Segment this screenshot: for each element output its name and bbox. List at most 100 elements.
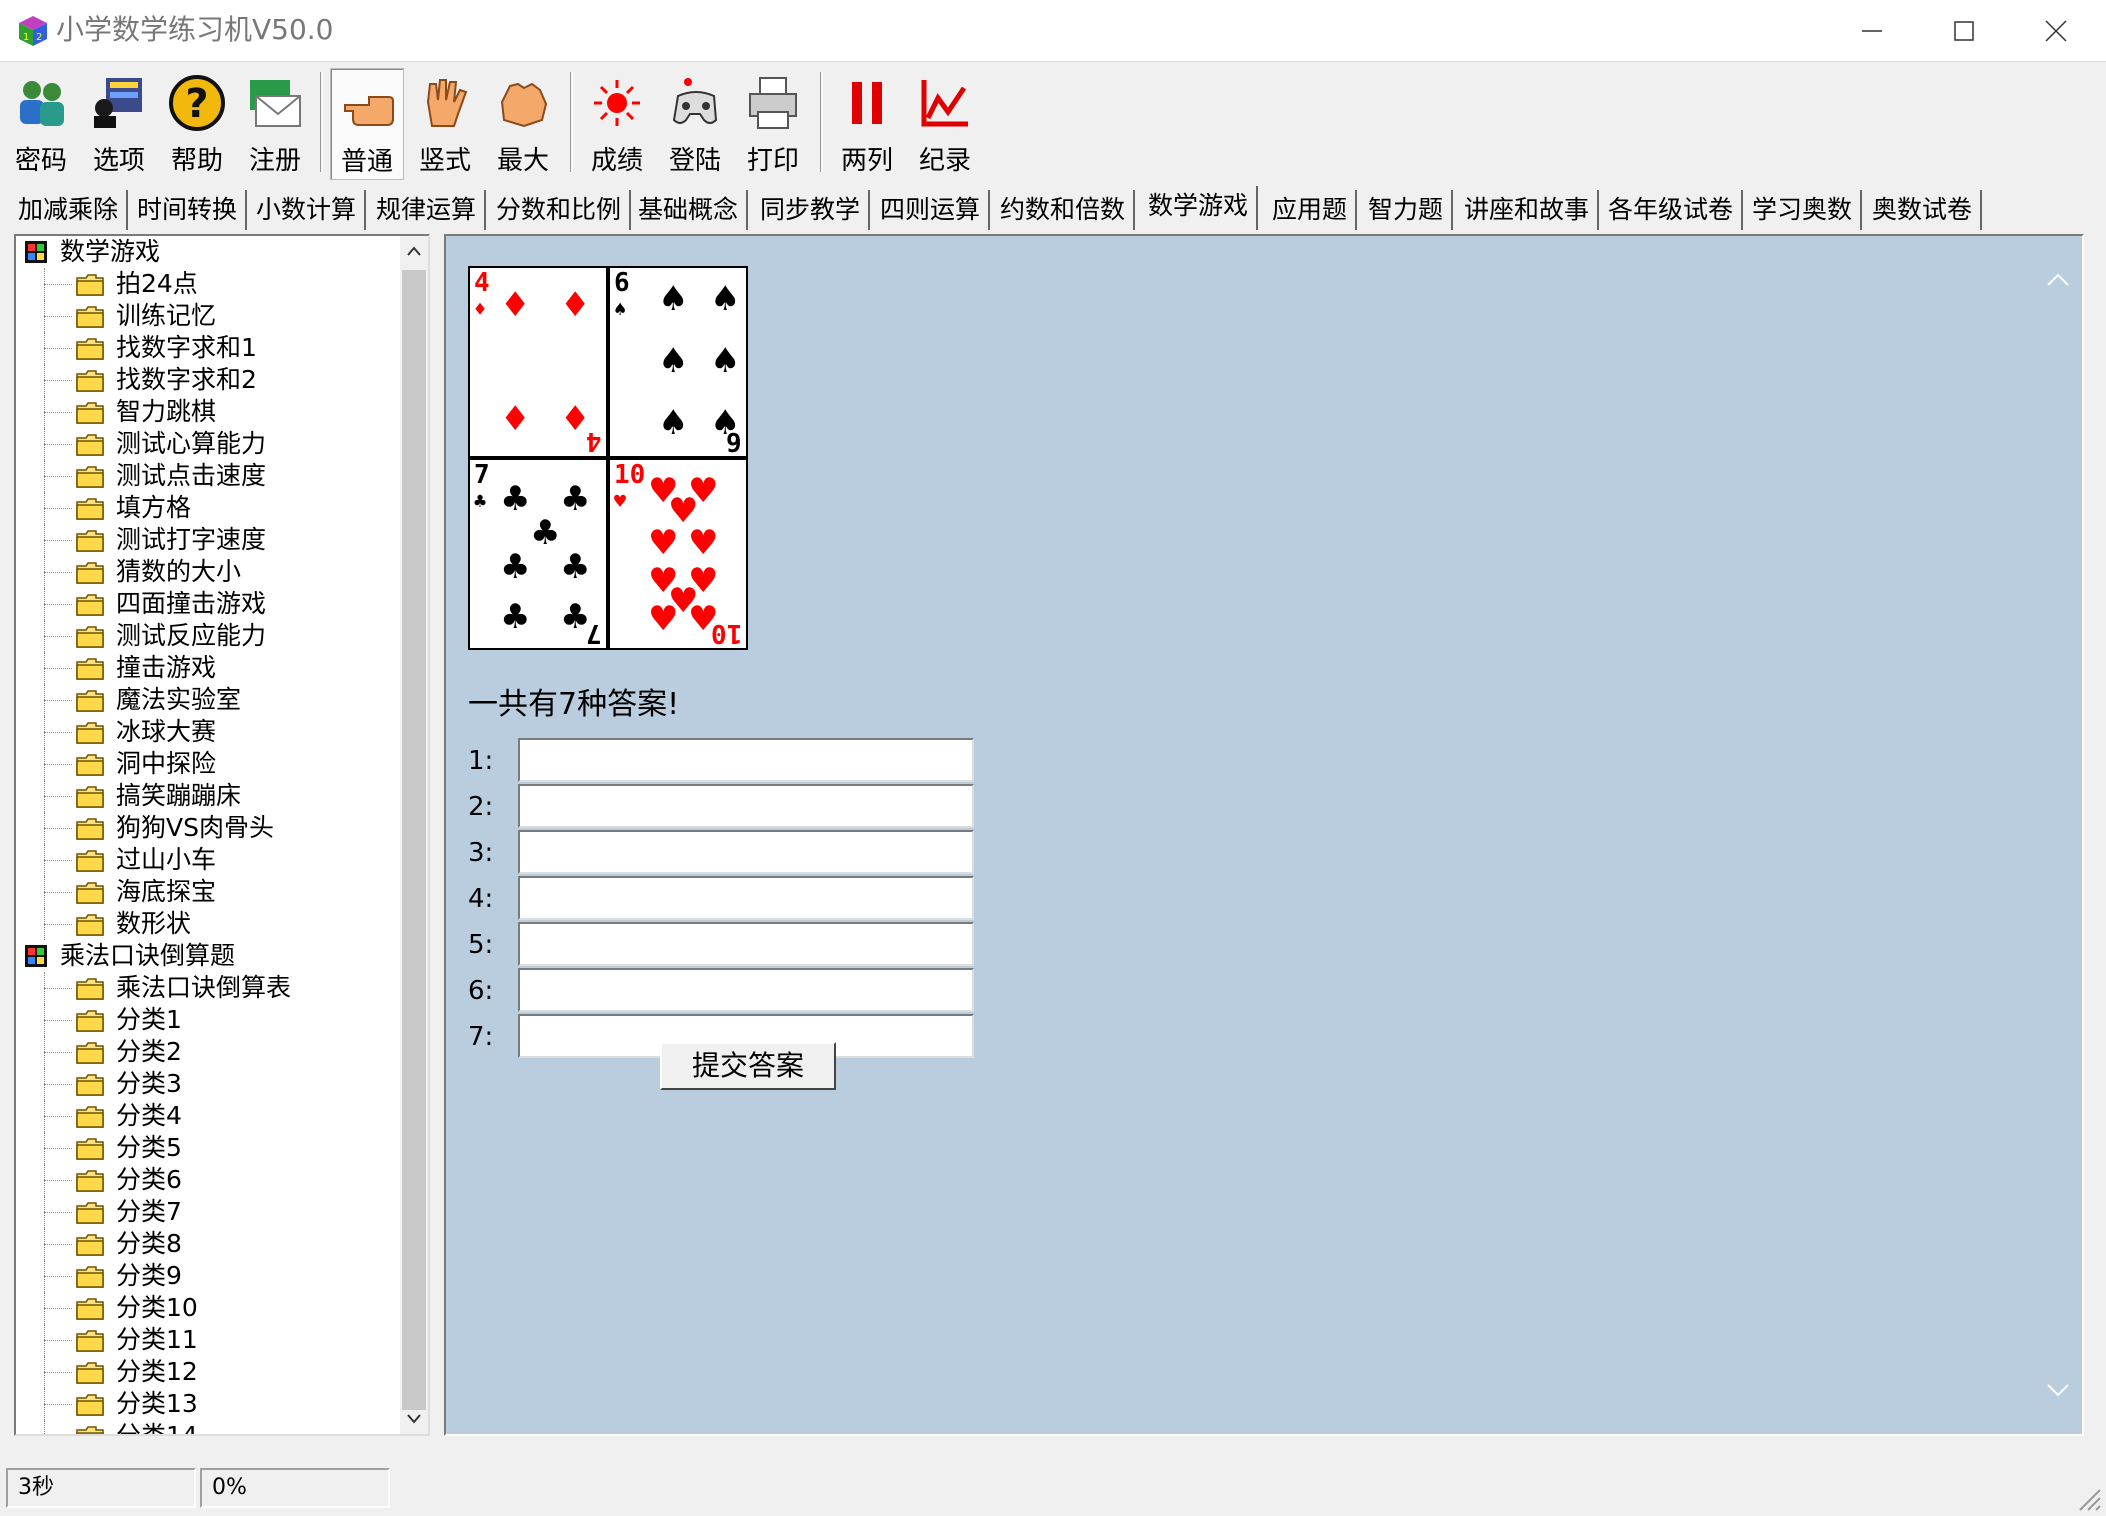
close-button[interactable] (2010, 0, 2102, 62)
tab-pattern-operations[interactable]: 规律运算 (368, 190, 487, 230)
tab-lectures-stories[interactable]: 讲座和故事 (1456, 190, 1600, 230)
tab-add-subtract[interactable]: 加减乘除 (10, 190, 129, 230)
tree-item[interactable]: 洞中探险 (16, 748, 400, 780)
two-columns-button[interactable]: 两列 (830, 68, 904, 180)
tab-sync-teaching[interactable]: 同步教学 (752, 190, 871, 230)
tree-item[interactable]: 猜数的大小 (16, 556, 400, 588)
minimize-button[interactable] (1826, 0, 1918, 62)
scroll-thumb[interactable] (402, 270, 426, 1410)
tree-item[interactable]: 找数字求和1 (16, 332, 400, 364)
register-button[interactable]: 注册 (238, 68, 312, 180)
normal-mode-button[interactable]: 普通 (330, 68, 404, 180)
tree-item[interactable]: 搞笑蹦蹦床 (16, 780, 400, 812)
tree-item[interactable]: 四面撞击游戏 (16, 588, 400, 620)
playing-card-spades[interactable]: 6 ♠ 6 ♠ ♠ ♠ ♠ ♠ ♠ (608, 266, 748, 458)
tree-item[interactable]: 分类13 (16, 1388, 400, 1420)
tree-item[interactable]: 分类2 (16, 1036, 400, 1068)
score-button[interactable]: 成绩 (580, 68, 654, 180)
tree-item[interactable]: 分类12 (16, 1356, 400, 1388)
tree-item[interactable]: 乘法口诀倒算表 (16, 972, 400, 1004)
tree-item[interactable]: 测试打字速度 (16, 524, 400, 556)
tree-item[interactable]: 测试心算能力 (16, 428, 400, 460)
score-label: 成绩 (590, 146, 643, 176)
record-button[interactable]: 纪录 (908, 68, 982, 180)
card-suit-diamonds-icon: ♦ (474, 297, 487, 321)
tab-time-conversion[interactable]: 时间转换 (129, 190, 248, 230)
playing-card-hearts[interactable]: 10 ♥ 10 ♥ ♥ ♥ ♥ ♥ ♥ ♥ ♥ ♥ ♥ (608, 458, 748, 650)
print-button[interactable]: 打印 (736, 68, 810, 180)
answer-input[interactable] (518, 738, 974, 782)
tree-item[interactable]: 分类4 (16, 1100, 400, 1132)
folder-icon (76, 914, 104, 936)
tree-scrollbar[interactable] (400, 236, 428, 1434)
tree-item[interactable]: 训练记忆 (16, 300, 400, 332)
tree-item[interactable]: 分类11 (16, 1324, 400, 1356)
answer-row: 1: (468, 738, 988, 784)
tab-math-games[interactable]: 数学游戏 (1140, 186, 1259, 230)
envelope-icon (250, 80, 301, 127)
answer-input[interactable] (518, 876, 974, 920)
scroll-down-icon[interactable] (406, 1412, 422, 1426)
tab-factors-multiples[interactable]: 约数和倍数 (992, 190, 1136, 230)
tree-group[interactable]: 数学游戏 (16, 236, 400, 268)
options-button[interactable]: 选项 (82, 68, 156, 180)
tree-group[interactable]: 乘法口诀倒算题 (16, 940, 400, 972)
tab-basic-concepts[interactable]: 基础概念 (630, 190, 749, 230)
maximize-button[interactable] (1918, 0, 2010, 62)
tree-item[interactable]: 填方格 (16, 492, 400, 524)
tree-item[interactable]: 找数字求和2 (16, 364, 400, 396)
tab-fractions-ratios[interactable]: 分数和比例 (488, 190, 632, 230)
panel-scroll-up-icon[interactable] (2046, 272, 2070, 288)
tree-item[interactable]: 过山小车 (16, 844, 400, 876)
help-button[interactable]: ? 帮助 (160, 68, 234, 180)
tree-item[interactable]: 撞击游戏 (16, 652, 400, 684)
tab-decimals[interactable]: 小数计算 (248, 190, 367, 230)
tree-item[interactable]: 分类9 (16, 1260, 400, 1292)
tab-four-operations[interactable]: 四则运算 (872, 190, 991, 230)
tree-line (44, 1148, 72, 1149)
card-suit-spades-icon: ♠ (614, 297, 627, 321)
playing-card-diamonds[interactable]: 4 ♦ 4 ♦ ♦ ♦ ♦ (468, 266, 608, 458)
password-button[interactable]: 密码 (4, 68, 78, 180)
tree-line (44, 668, 72, 669)
tab-puzzles[interactable]: 智力题 (1360, 190, 1454, 230)
tree-item[interactable]: 分类6 (16, 1164, 400, 1196)
folder-icon (76, 1362, 104, 1384)
tree-item[interactable]: 分类8 (16, 1228, 400, 1260)
tree-item[interactable]: 分类5 (16, 1132, 400, 1164)
tab-word-problems[interactable]: 应用题 (1264, 190, 1358, 230)
tree-item[interactable]: 拍24点 (16, 268, 400, 300)
answer-input[interactable] (518, 830, 974, 874)
playing-card-clubs[interactable]: 7 ♣ 7 ♣ ♣ ♣ ♣ ♣ ♣ ♣ (468, 458, 608, 650)
scroll-up-icon[interactable] (406, 244, 422, 258)
tree-item[interactable]: 分类14 (16, 1420, 400, 1434)
tree-item[interactable]: 冰球大赛 (16, 716, 400, 748)
vertical-mode-button[interactable]: 竖式 (408, 68, 482, 180)
tree-item[interactable]: 测试反应能力 (16, 620, 400, 652)
tree-item[interactable]: 智力跳棋 (16, 396, 400, 428)
tree-item[interactable]: 测试点击速度 (16, 460, 400, 492)
users-icon (20, 81, 64, 126)
tree-item[interactable]: 狗狗VS肉骨头 (16, 812, 400, 844)
folder-icon (76, 1202, 104, 1224)
tab-learn-olympiad[interactable]: 学习奥数 (1744, 190, 1863, 230)
answer-input[interactable] (518, 784, 974, 828)
tree-item[interactable]: 分类7 (16, 1196, 400, 1228)
tree-item[interactable]: 分类10 (16, 1292, 400, 1324)
login-button[interactable]: 登陆 (658, 68, 732, 180)
answer-input[interactable] (518, 922, 974, 966)
hearts-pip-icon: ♥ (688, 523, 719, 563)
tab-olympiad-exams[interactable]: 奥数试卷 (1864, 190, 1983, 230)
tree-item[interactable]: 数形状 (16, 908, 400, 940)
tree-item[interactable]: 魔法实验室 (16, 684, 400, 716)
tree-item[interactable]: 海底探宝 (16, 876, 400, 908)
submit-answer-button[interactable]: 提交答案 (660, 1042, 836, 1090)
tree-item[interactable]: 分类1 (16, 1004, 400, 1036)
options-label: 选项 (92, 146, 145, 176)
tab-grade-exams[interactable]: 各年级试卷 (1600, 190, 1744, 230)
answer-input[interactable] (518, 968, 974, 1012)
panel-scroll-down-icon[interactable] (2046, 1382, 2070, 1398)
resize-grip-icon[interactable] (2076, 1486, 2102, 1512)
maximum-mode-button[interactable]: 最大 (486, 68, 560, 180)
tree-item[interactable]: 分类3 (16, 1068, 400, 1100)
